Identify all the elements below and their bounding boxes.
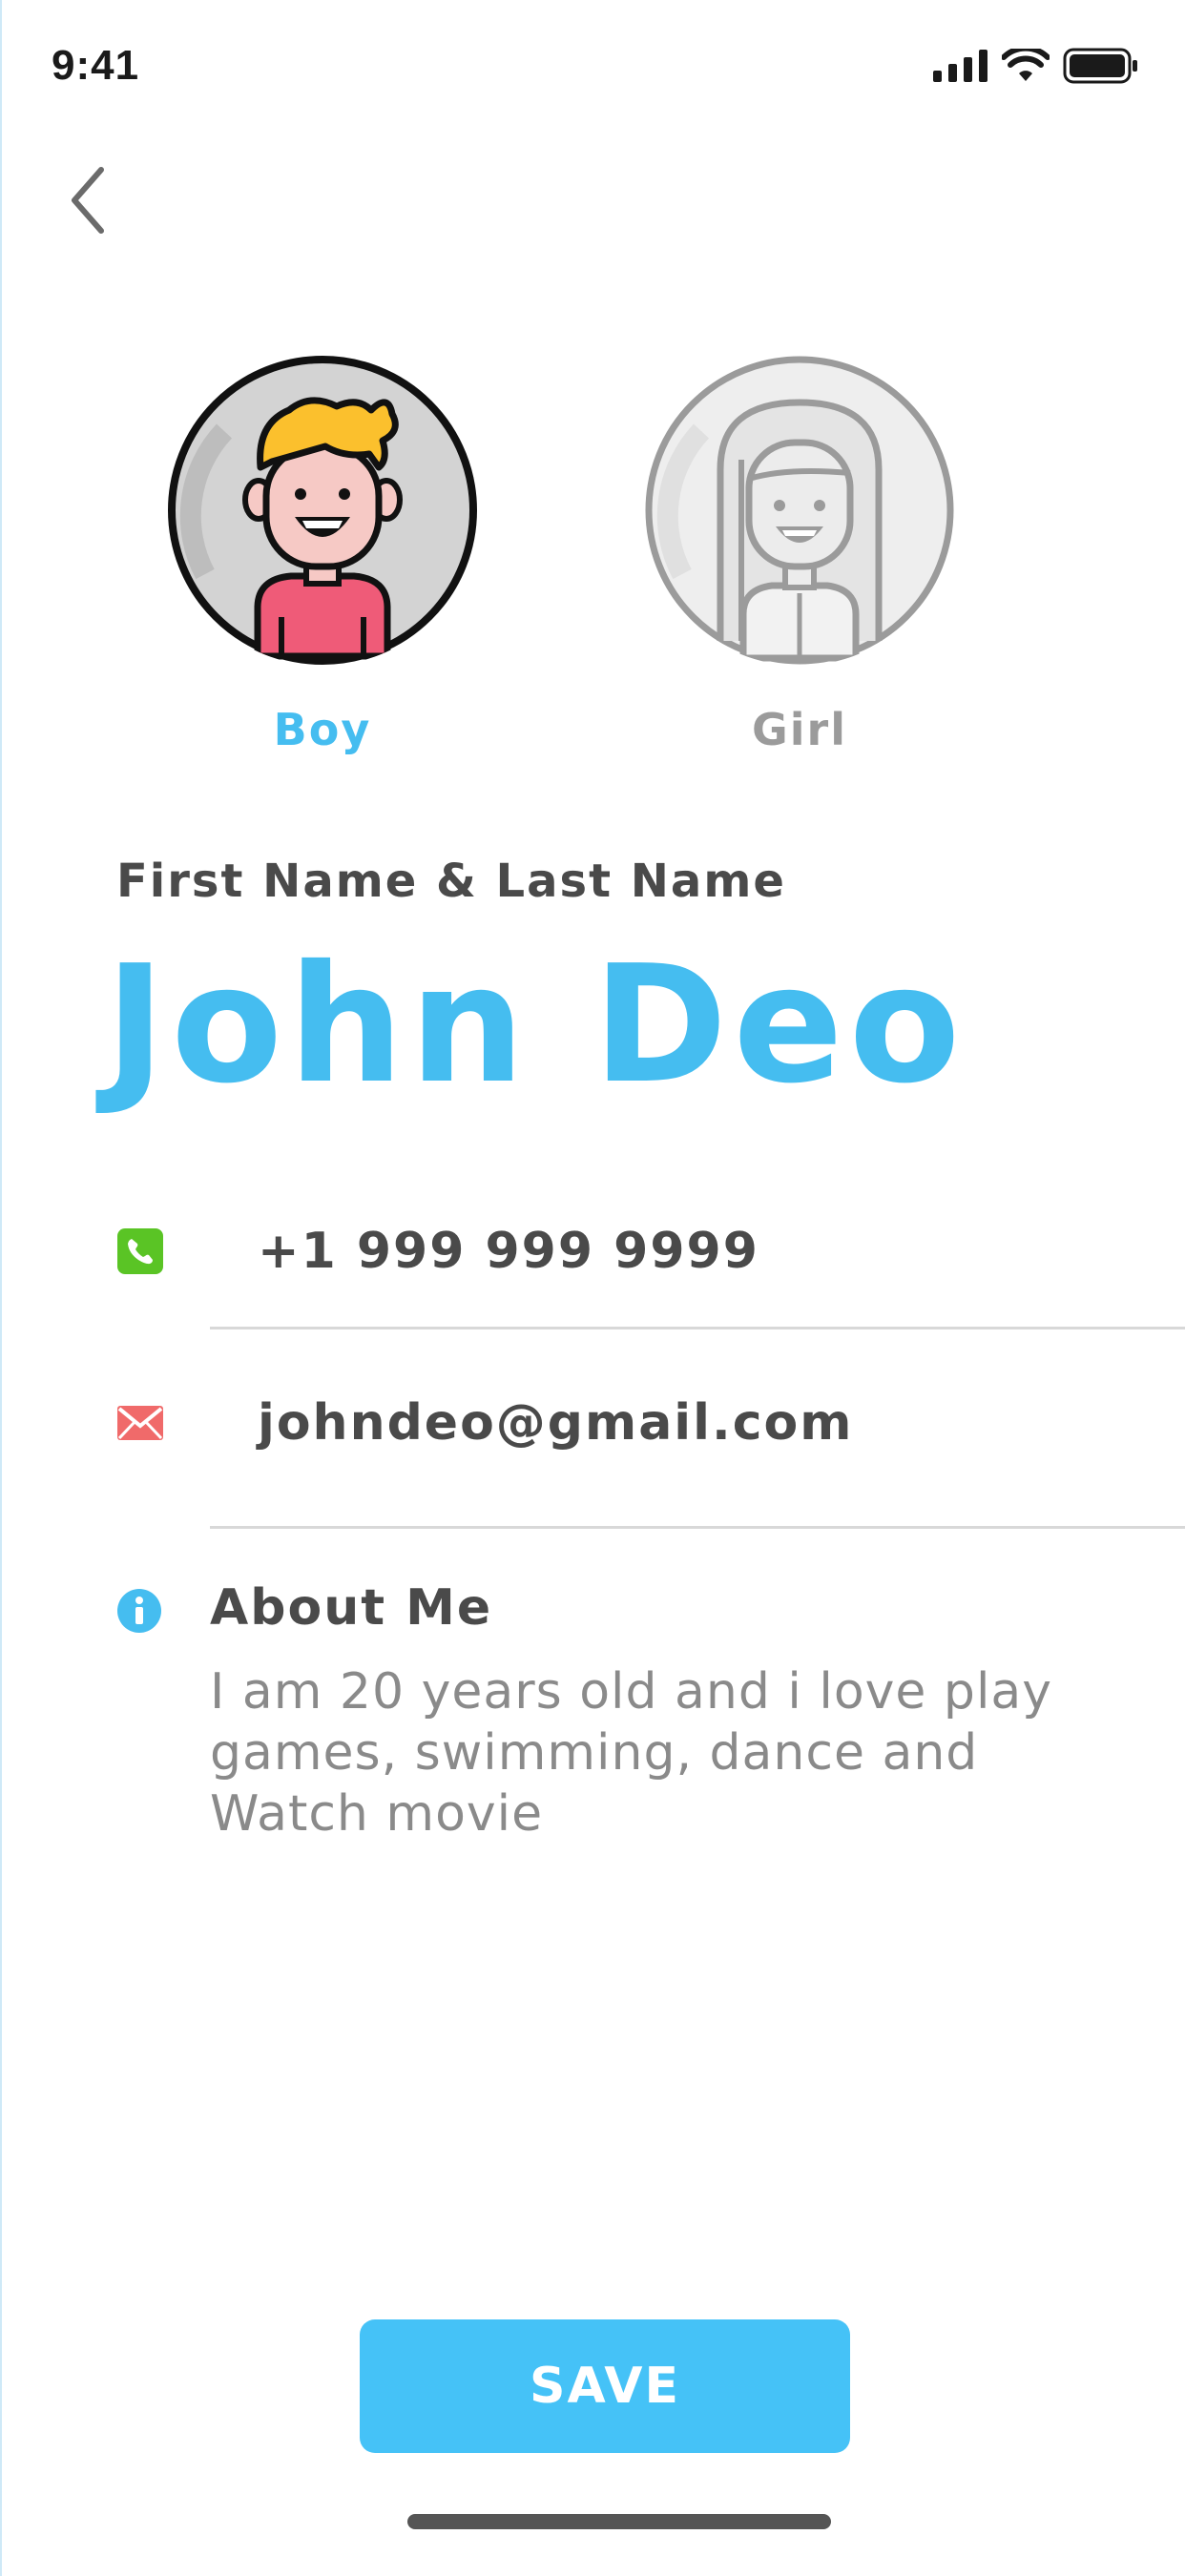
save-button[interactable]: SAVE <box>360 2319 850 2453</box>
cellular-signal-icon <box>933 50 988 82</box>
back-button[interactable] <box>59 162 116 238</box>
gender-label-girl: Girl <box>752 704 847 755</box>
about-title: About Me <box>210 1579 493 1637</box>
phone-icon <box>116 1227 164 1275</box>
name-field[interactable]: John Deo <box>105 944 966 1106</box>
phone-field[interactable]: +1 999 999 9999 <box>258 1223 759 1280</box>
status-icons <box>933 48 1139 84</box>
email-field[interactable]: johndeo@gmail.com <box>258 1394 853 1452</box>
mail-icon <box>116 1399 164 1447</box>
boy-avatar <box>167 355 478 666</box>
gender-option-girl[interactable]: Girl <box>637 355 962 755</box>
about-text-field[interactable]: I am 20 years old and i love play games,… <box>210 1661 1107 1844</box>
email-row[interactable]: johndeo@gmail.com <box>116 1385 1185 1461</box>
chevron-left-icon <box>72 167 104 234</box>
boy-avatar-icon <box>168 356 477 665</box>
girl-avatar <box>644 355 955 666</box>
gender-label-boy: Boy <box>273 704 372 755</box>
phone-row[interactable]: +1 999 999 9999 <box>116 1213 1185 1289</box>
wifi-icon <box>1002 49 1050 81</box>
status-time: 9:41 <box>52 42 140 89</box>
info-icon <box>116 1588 164 1636</box>
email-divider <box>210 1526 1185 1529</box>
profile-screen: 9:41 Boy Girl First Name & Last Name Joh… <box>0 0 1185 2576</box>
gender-option-boy[interactable]: Boy <box>160 355 485 755</box>
girl-avatar-icon <box>645 356 954 665</box>
home-indicator <box>407 2514 831 2529</box>
phone-divider <box>210 1327 1185 1329</box>
name-field-label: First Name & Last Name <box>116 855 786 908</box>
battery-icon <box>1063 48 1137 84</box>
